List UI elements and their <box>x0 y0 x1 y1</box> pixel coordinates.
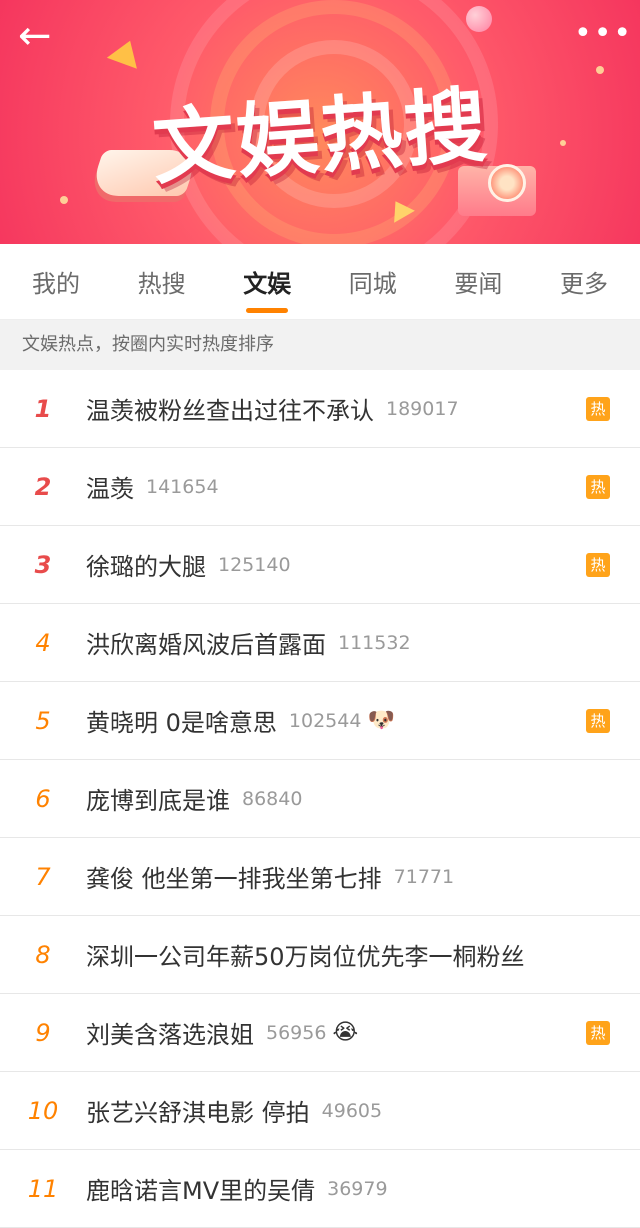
rank-number: 10 <box>27 1096 59 1125</box>
heat-count: 189017 <box>386 397 459 420</box>
topic-title: 张艺兴舒淇电影 停拍 <box>86 1099 310 1127</box>
topic-title: 鹿晗诺言MV里的吴倩 <box>86 1177 316 1205</box>
heat-count: 56956 <box>266 1021 327 1044</box>
list-item[interactable]: 10 张艺兴舒淇电影 停拍 49605 <box>0 1072 640 1150</box>
list-item[interactable]: 8 深圳一公司年薪50万岗位优先李一桐粉丝 <box>0 916 640 994</box>
tab-mine[interactable]: 我的 <box>28 246 84 317</box>
heat-count: 141654 <box>146 475 219 498</box>
list-item[interactable]: 7 龚俊 他坐第一排我坐第七排 71771 <box>0 838 640 916</box>
list-item[interactable]: 6 庞博到底是谁 86840 <box>0 760 640 838</box>
triangle-decoration <box>106 35 146 69</box>
banner: 文娱热搜 ← ••• <box>0 0 640 244</box>
sparkle-decoration <box>560 140 566 146</box>
list-item[interactable]: 3 徐璐的大腿 125140 热 <box>0 526 640 604</box>
hot-badge-icon: 热 <box>586 552 610 577</box>
topic-title: 温羡被粉丝查出过往不承认 <box>86 397 374 425</box>
list-item[interactable]: 4 洪欣离婚风波后首露面 111532 <box>0 604 640 682</box>
rank-number: 5 <box>35 706 51 735</box>
hot-badge-icon: 热 <box>586 396 610 421</box>
heat-count: 125140 <box>218 553 291 576</box>
tab-local[interactable]: 同城 <box>345 246 401 317</box>
tab-more[interactable]: 更多 <box>556 246 612 317</box>
hot-badge-icon: 热 <box>586 708 610 733</box>
category-tabs: 我的 热搜 文娱 同城 要闻 更多 <box>0 244 640 320</box>
rank-number: 7 <box>35 862 51 891</box>
sparkle-decoration <box>596 66 604 74</box>
list-description: 文娱热点，按圈内实时热度排序 <box>0 320 640 370</box>
tab-entertainment[interactable]: 文娱 <box>239 246 295 317</box>
topic-title: 深圳一公司年薪50万岗位优先李一桐粉丝 <box>86 943 525 971</box>
list-item[interactable]: 2 温羡 141654 热 <box>0 448 640 526</box>
topic-title: 洪欣离婚风波后首露面 <box>86 631 326 659</box>
rank-number: 8 <box>35 940 51 969</box>
heat-count: 71771 <box>393 865 455 888</box>
emoji-icon: 🐶 <box>367 708 395 733</box>
planet-decoration <box>466 6 492 32</box>
emoji-icon: 😭 <box>332 1020 359 1045</box>
heat-count: 86840 <box>242 787 303 810</box>
heat-count: 49605 <box>321 1099 383 1122</box>
rank-number: 1 <box>34 394 52 423</box>
list-item[interactable]: 11 鹿晗诺言MV里的吴倩 36979 <box>0 1150 640 1228</box>
rank-number: 2 <box>34 472 52 501</box>
hot-badge-icon: 热 <box>586 1020 610 1045</box>
rank-number: 11 <box>27 1174 59 1203</box>
list-item[interactable]: 1 温羡被粉丝查出过往不承认 189017 热 <box>0 370 640 448</box>
tab-news[interactable]: 要闻 <box>450 246 506 317</box>
topic-title: 徐璐的大腿 <box>86 553 206 581</box>
banner-title: 文娱热搜 <box>149 78 492 197</box>
rank-number: 6 <box>35 784 51 813</box>
topic-title: 黄晓明 0是啥意思 <box>86 709 277 737</box>
more-options-icon[interactable]: ••• <box>574 14 631 58</box>
heat-count: 102544 <box>288 709 362 732</box>
rank-number: 3 <box>34 550 52 579</box>
topic-title: 龚俊 他坐第一排我坐第七排 <box>86 865 382 893</box>
heat-count: 111532 <box>338 631 411 654</box>
hot-search-list: 1 温羡被粉丝查出过往不承认 189017 热 2 温羡 141654 热 3 徐璐的大腿 1251… <box>0 370 640 1228</box>
back-arrow-icon[interactable]: ← <box>18 14 66 58</box>
topic-title: 刘美含落选浪姐 <box>86 1021 254 1049</box>
topic-title: 温羡 <box>86 475 134 503</box>
rank-number: 9 <box>35 1018 51 1047</box>
list-item[interactable]: 5 黄晓明 0是啥意思 102544 🐶 热 <box>0 682 640 760</box>
heat-count: 36979 <box>327 1177 388 1200</box>
hot-badge-icon: 热 <box>586 474 610 499</box>
rank-number: 4 <box>35 628 51 657</box>
topic-title: 庞博到底是谁 <box>86 787 230 815</box>
tab-hot-search[interactable]: 热搜 <box>134 246 190 317</box>
sparkle-decoration <box>60 196 68 204</box>
list-item[interactable]: 9 刘美含落选浪姐 56956 😭 热 <box>0 994 640 1072</box>
